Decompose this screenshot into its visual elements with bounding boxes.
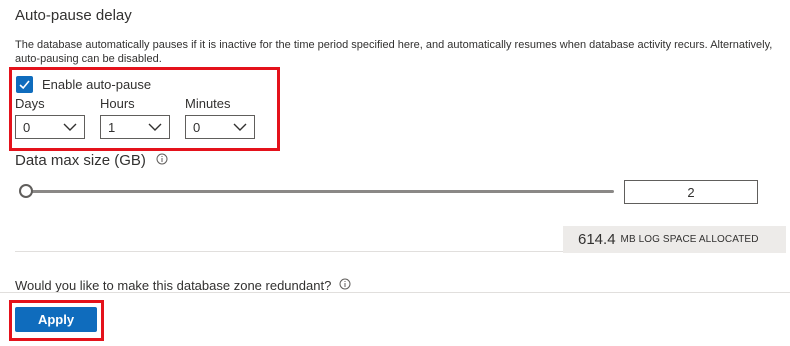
hours-label: Hours	[100, 96, 135, 111]
divider	[15, 251, 563, 252]
days-select[interactable]: 0	[15, 115, 85, 139]
minutes-label: Minutes	[185, 96, 231, 111]
minutes-value: 0	[193, 119, 201, 135]
autopause-title: Auto-pause delay	[15, 7, 132, 24]
data-max-size-input[interactable]: 2	[624, 180, 758, 204]
hours-value: 1	[108, 119, 116, 135]
footer-divider	[0, 292, 790, 293]
apply-button[interactable]: Apply	[15, 307, 97, 332]
data-max-size-value: 2	[687, 184, 695, 200]
chevron-down-icon	[233, 123, 247, 131]
info-icon[interactable]	[339, 278, 351, 290]
days-value: 0	[23, 119, 31, 135]
info-icon[interactable]	[156, 153, 168, 165]
data-max-size-slider-thumb[interactable]	[19, 184, 33, 198]
chevron-down-icon	[148, 123, 162, 131]
log-space-label: MB LOG SPACE ALLOCATED	[620, 234, 759, 245]
minutes-select[interactable]: 0	[185, 115, 255, 139]
enable-autopause-label[interactable]: Enable auto-pause	[42, 77, 151, 92]
log-space-badge: 614.4 MB LOG SPACE ALLOCATED	[563, 226, 786, 253]
checkmark-icon	[19, 80, 30, 90]
enable-autopause-checkbox[interactable]	[16, 76, 33, 93]
chevron-down-icon	[63, 123, 77, 131]
autopause-description: The database automatically pauses if it …	[15, 39, 773, 65]
log-space-value: 614.4	[578, 231, 616, 248]
hours-select[interactable]: 1	[100, 115, 170, 139]
data-max-size-slider-track[interactable]	[24, 190, 614, 193]
days-label: Days	[15, 96, 45, 111]
zone-redundant-question: Would you like to make this database zon…	[15, 278, 332, 293]
data-max-size-label: Data max size (GB)	[15, 152, 146, 169]
